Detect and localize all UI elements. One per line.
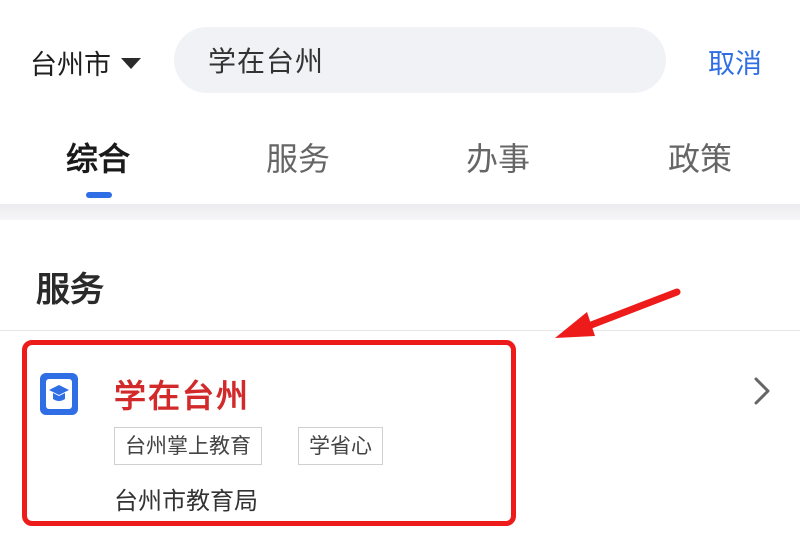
graduation-cap-icon: [38, 371, 80, 417]
section-divider: [0, 204, 800, 220]
tag: 学省心: [298, 427, 383, 465]
active-tab-indicator: [86, 192, 112, 198]
tab-services[interactable]: 服务: [238, 134, 358, 180]
chevron-right-icon: [750, 376, 774, 406]
city-label: 台州市: [30, 49, 111, 81]
provider-label: 台州市教育局: [114, 487, 258, 515]
service-title: 学在台州: [114, 377, 251, 415]
search-input[interactable]: [206, 42, 630, 78]
cancel-button[interactable]: 取消: [708, 42, 762, 81]
tab-affairs[interactable]: 办事: [438, 134, 558, 180]
city-selector[interactable]: 台州市: [30, 42, 141, 82]
tag: 台州掌上教育: [114, 427, 262, 465]
tab-policies[interactable]: 政策: [640, 134, 760, 180]
tab-comprehensive[interactable]: 综合: [38, 134, 158, 180]
top-search-bar: 台州市 取消: [0, 0, 800, 118]
caret-down-icon: [121, 57, 141, 69]
section-title: 服务: [36, 270, 104, 310]
search-box[interactable]: [174, 27, 666, 93]
service-result-item[interactable]: 学在台州 台州掌上教育 学省心 台州市教育局: [0, 331, 800, 537]
tab-bar: 综合 服务 办事 政策: [0, 118, 800, 204]
